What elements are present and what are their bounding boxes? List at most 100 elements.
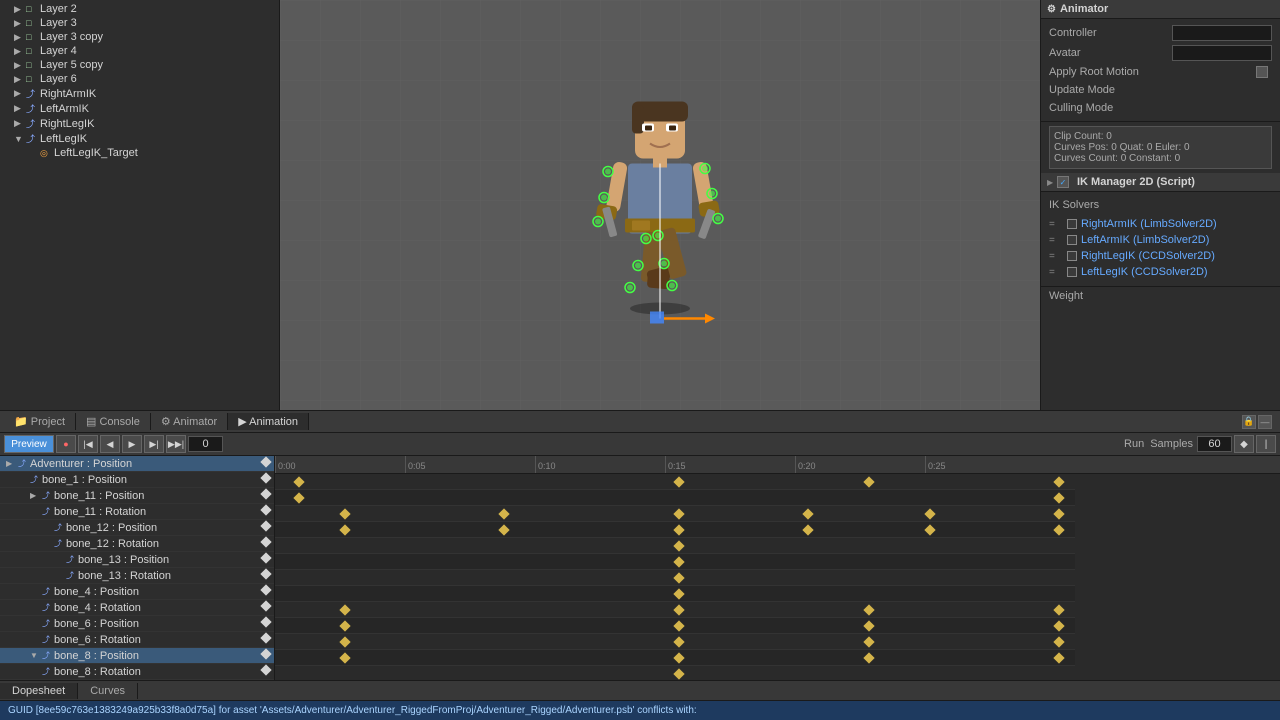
avatar-input[interactable] bbox=[1172, 45, 1272, 61]
track-key-button[interactable] bbox=[260, 570, 272, 582]
keyframe-marker[interactable] bbox=[339, 508, 350, 519]
tab-project[interactable]: 📁 Project bbox=[4, 413, 76, 430]
track-row[interactable]: ⤴ bone_13 : Rotation bbox=[0, 568, 274, 584]
keyframe-marker[interactable] bbox=[673, 540, 684, 551]
track-row[interactable]: ⤴ bone_11 : Rotation bbox=[0, 504, 274, 520]
track-key-button[interactable] bbox=[260, 554, 272, 566]
keyframe-marker[interactable] bbox=[673, 476, 684, 487]
goto-start-button[interactable]: |◀ bbox=[78, 435, 98, 453]
keyframe-marker[interactable] bbox=[339, 652, 350, 663]
keyframe-marker[interactable] bbox=[673, 588, 684, 599]
samples-input[interactable] bbox=[1197, 436, 1232, 452]
tree-item-leftlegiktarget[interactable]: ◎ LeftLegIK_Target bbox=[0, 146, 279, 160]
keyframe-marker[interactable] bbox=[863, 476, 874, 487]
track-key-button[interactable] bbox=[260, 650, 272, 662]
tree-item-rightlegik[interactable]: ▶ ⤴ RightLegIK bbox=[0, 116, 279, 131]
track-row[interactable]: ⤴ bone_4 : Rotation bbox=[0, 600, 274, 616]
keyframe-marker[interactable] bbox=[863, 652, 874, 663]
curves-tab[interactable]: Curves bbox=[78, 683, 138, 699]
next-key-button[interactable]: ▶| bbox=[144, 435, 164, 453]
apply-root-checkbox[interactable] bbox=[1256, 66, 1268, 78]
track-key-button[interactable] bbox=[260, 538, 272, 550]
keyframe-marker[interactable] bbox=[293, 492, 304, 503]
tab-animator[interactable]: ⚙ Animator bbox=[151, 413, 228, 430]
track-row[interactable]: ⤴ bone_6 : Position bbox=[0, 616, 274, 632]
track-key-button[interactable] bbox=[260, 602, 272, 614]
prev-key-button[interactable]: ◀ bbox=[100, 435, 120, 453]
goto-end-button[interactable]: ▶▶| bbox=[166, 435, 186, 453]
tree-item-rightarmik[interactable]: ▶ ⤴ RightArmIK bbox=[0, 86, 279, 101]
track-row[interactable]: ▶ ⤴ Adventurer : Position bbox=[0, 456, 274, 472]
keyframe-marker[interactable] bbox=[499, 508, 510, 519]
controller-input[interactable] bbox=[1172, 25, 1272, 41]
keyframe-marker[interactable] bbox=[1053, 636, 1064, 647]
tree-item-leftlegik[interactable]: ▼ ⤴ LeftLegIK bbox=[0, 131, 279, 146]
keyframe-marker[interactable] bbox=[673, 652, 684, 663]
keyframe-marker[interactable] bbox=[673, 604, 684, 615]
add-keyframe-button[interactable]: ◆ bbox=[1234, 435, 1254, 453]
keyframe-marker[interactable] bbox=[673, 524, 684, 535]
ik-manager-header[interactable]: ▶ ✓ IK Manager 2D (Script) bbox=[1041, 173, 1280, 192]
track-key-button[interactable] bbox=[260, 522, 272, 534]
track-key-button[interactable] bbox=[260, 666, 272, 678]
keyframe-timeline[interactable]: 0:000:050:100:150:200:25 bbox=[275, 456, 1280, 680]
tree-item-layer4[interactable]: ▶ □ Layer 4 bbox=[0, 44, 279, 58]
preview-button[interactable]: Preview bbox=[4, 435, 54, 453]
tab-animation[interactable]: ▶ Animation bbox=[228, 413, 309, 430]
keyframe-marker[interactable] bbox=[1053, 524, 1064, 535]
keyframe-marker[interactable] bbox=[1053, 620, 1064, 631]
frame-input[interactable] bbox=[188, 436, 223, 452]
keyframe-marker[interactable] bbox=[1053, 604, 1064, 615]
keyframe-marker[interactable] bbox=[1053, 492, 1064, 503]
keyframe-marker[interactable] bbox=[863, 636, 874, 647]
keyframe-marker[interactable] bbox=[339, 620, 350, 631]
tree-item-layer2[interactable]: ▶ □ Layer 2 bbox=[0, 2, 279, 16]
keyframe-marker[interactable] bbox=[1053, 476, 1064, 487]
track-row[interactable]: ⤴ bone_4 : Position bbox=[0, 584, 274, 600]
lock-button[interactable]: 🔒 bbox=[1242, 415, 1256, 429]
keyframe-marker[interactable] bbox=[673, 572, 684, 583]
track-key-button[interactable] bbox=[260, 474, 272, 486]
track-row[interactable]: ⤴ bone_12 : Rotation bbox=[0, 536, 274, 552]
record-button[interactable]: ● bbox=[56, 435, 76, 453]
track-row[interactable]: ▶ ⤴ bone_11 : Position bbox=[0, 488, 274, 504]
ik-enabled-checkbox[interactable]: ✓ bbox=[1057, 176, 1069, 188]
track-key-button[interactable] bbox=[260, 618, 272, 630]
dopesheet-tab[interactable]: Dopesheet bbox=[0, 683, 78, 699]
track-row[interactable]: ⤴ bone_8 : Rotation bbox=[0, 664, 274, 680]
track-key-button[interactable] bbox=[260, 490, 272, 502]
tab-console[interactable]: ▤ Console bbox=[76, 413, 151, 430]
track-row[interactable]: ⤴ bone_13 : Position bbox=[0, 552, 274, 568]
keyframe-marker[interactable] bbox=[673, 620, 684, 631]
keyframe-marker[interactable] bbox=[673, 508, 684, 519]
play-button[interactable]: ▶ bbox=[122, 435, 142, 453]
keyframe-marker[interactable] bbox=[863, 620, 874, 631]
keyframe-marker[interactable] bbox=[803, 508, 814, 519]
keyframe-marker[interactable] bbox=[924, 508, 935, 519]
keyframe-marker[interactable] bbox=[673, 668, 684, 679]
keyframe-marker[interactable] bbox=[863, 604, 874, 615]
tree-item-layer5copy[interactable]: ▶ □ Layer 5 copy bbox=[0, 58, 279, 72]
track-key-button[interactable] bbox=[260, 458, 272, 470]
keyframe-marker[interactable] bbox=[1053, 652, 1064, 663]
add-event-button[interactable]: | bbox=[1256, 435, 1276, 453]
keyframe-marker[interactable] bbox=[339, 524, 350, 535]
tree-item-leftarmik[interactable]: ▶ ⤴ LeftArmIK bbox=[0, 101, 279, 116]
keyframe-marker[interactable] bbox=[924, 524, 935, 535]
tree-item-layer3copy[interactable]: ▶ □ Layer 3 copy bbox=[0, 30, 279, 44]
tree-item-layer3[interactable]: ▶ □ Layer 3 bbox=[0, 16, 279, 30]
track-row[interactable]: ⤴ bone_6 : Rotation bbox=[0, 632, 274, 648]
keyframe-marker[interactable] bbox=[1053, 508, 1064, 519]
track-row[interactable]: ▼ ⤴ bone_8 : Position bbox=[0, 648, 274, 664]
keyframe-marker[interactable] bbox=[499, 524, 510, 535]
keyframe-marker[interactable] bbox=[339, 636, 350, 647]
track-key-button[interactable] bbox=[260, 586, 272, 598]
keyframe-marker[interactable] bbox=[339, 604, 350, 615]
keyframe-marker[interactable] bbox=[803, 524, 814, 535]
keyframe-marker[interactable] bbox=[673, 636, 684, 647]
tree-item-layer6[interactable]: ▶ □ Layer 6 bbox=[0, 72, 279, 86]
track-row[interactable]: ⤴ bone_12 : Position bbox=[0, 520, 274, 536]
track-key-button[interactable] bbox=[260, 634, 272, 646]
keyframe-marker[interactable] bbox=[293, 476, 304, 487]
keyframe-marker[interactable] bbox=[673, 556, 684, 567]
